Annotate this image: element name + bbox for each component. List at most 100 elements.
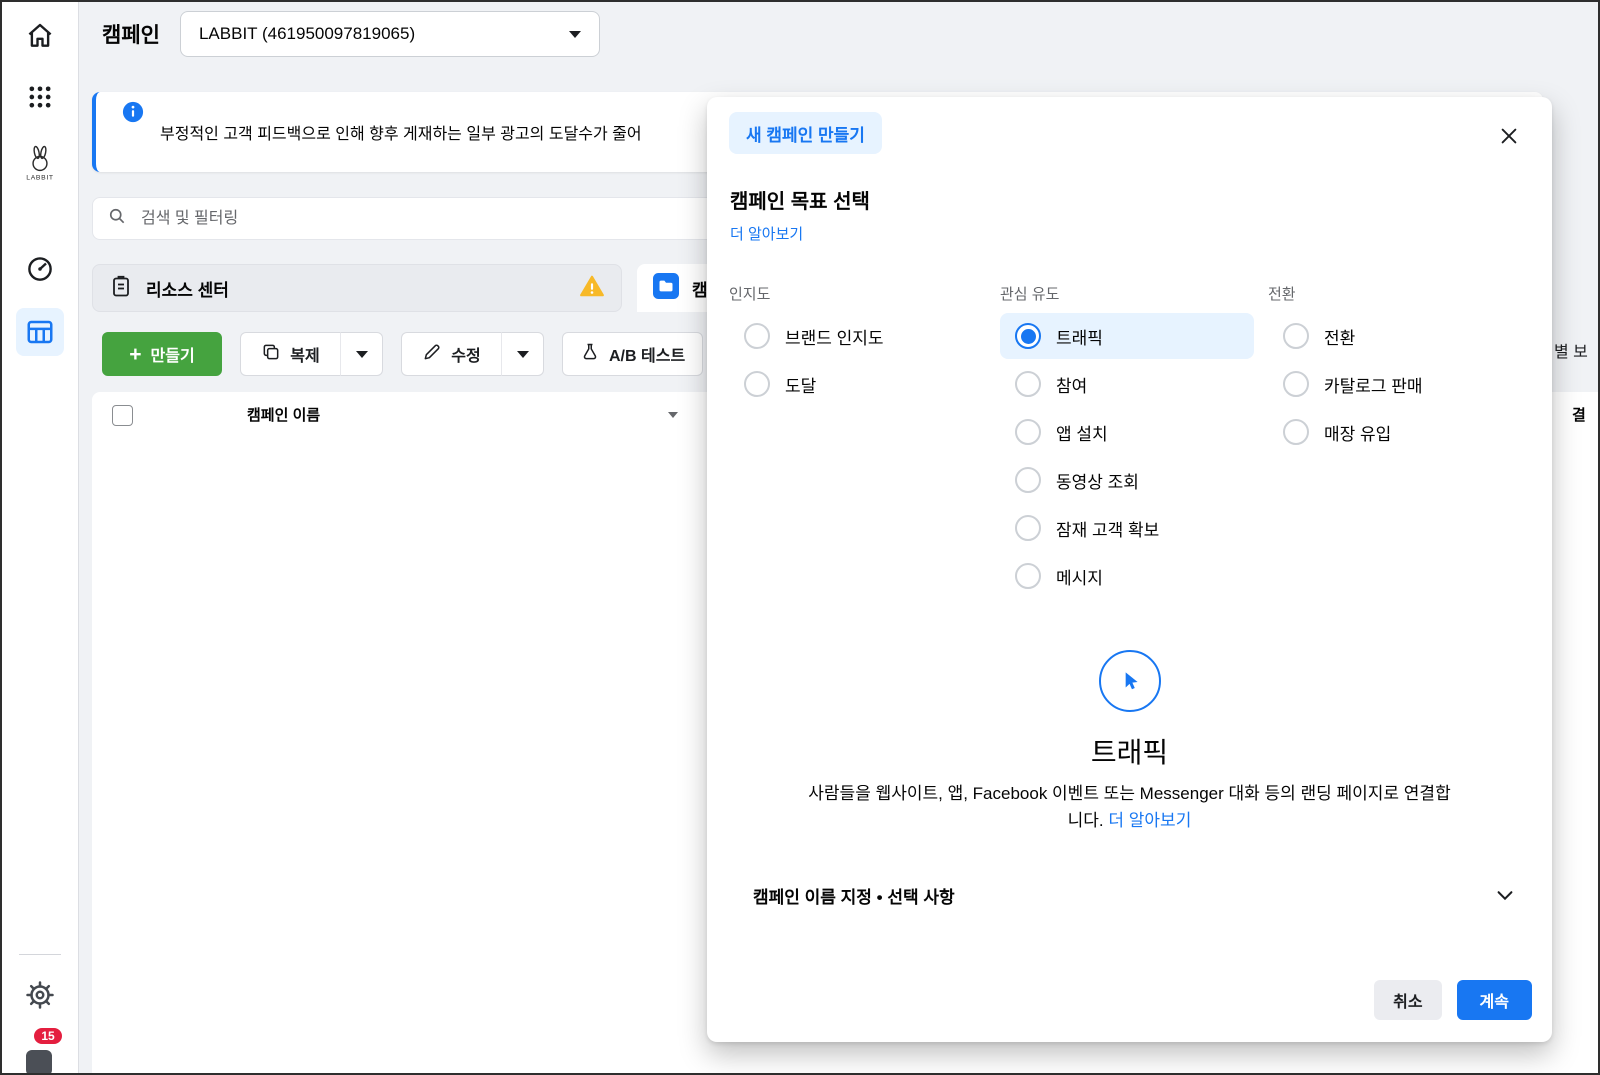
campaign-name-header-label: 캠페인 이름 (247, 407, 321, 424)
chevron-down-icon (568, 30, 581, 38)
objective-label: 메시지 (1056, 568, 1103, 588)
objective-engagement[interactable]: 참여 (1000, 361, 1254, 407)
toolbar: + 만들기 복제 수정 A/B 테스트 (102, 332, 704, 376)
objective-label: 매장 유입 (1324, 424, 1392, 444)
clipboard-icon (109, 274, 133, 303)
account-selector[interactable]: LABBIT (461950097819065) (179, 11, 600, 57)
flask-icon (580, 342, 600, 367)
radio-icon (1283, 419, 1309, 445)
group-conversion: 전환 전환 카탈로그 판매 매장 유입 (1268, 283, 1542, 601)
objective-label: 앱 설치 (1056, 424, 1108, 444)
objective-label: 동영상 조회 (1056, 472, 1139, 492)
objective-label: 트래픽 (1056, 328, 1103, 348)
objective-label: 브랜드 인지도 (785, 328, 884, 348)
campaign-name-section[interactable]: 캠페인 이름 지정 • 선택 사항 (731, 869, 1516, 921)
select-all-checkbox[interactable] (112, 405, 133, 426)
notification-badge[interactable]: 15 (32, 1026, 64, 1046)
radio-icon (1015, 515, 1041, 541)
topbar: 캠페인 LABBIT (461950097819065) (79, 2, 1598, 66)
create-button-label: 만들기 (150, 348, 195, 365)
continue-button[interactable]: 계속 (1456, 980, 1532, 1020)
objective-label: 참여 (1056, 376, 1088, 396)
objective-label: 잠재 고객 확보 (1056, 520, 1160, 540)
labbit-logo[interactable]: LABBIT (16, 140, 64, 188)
tab-resource-center[interactable]: 리소스 센터 (92, 264, 622, 312)
objective-store-traffic[interactable]: 매장 유입 (1268, 409, 1528, 455)
edit-dropdown-button[interactable] (501, 332, 544, 376)
ads-manager-screen: LABBIT 15 캠페인 LABBIT (461950097819065) 부… (0, 0, 1600, 1075)
apps-grid-icon[interactable] (16, 73, 64, 121)
alert-icon[interactable] (26, 1050, 52, 1073)
modal-title-badge: 새 캠페인 만들기 (729, 112, 882, 154)
radio-icon (744, 323, 770, 349)
objective-conversions[interactable]: 전환 (1268, 313, 1528, 359)
objective-video-views[interactable]: 동영상 조회 (1000, 457, 1254, 503)
duplicate-button-label: 복제 (290, 348, 320, 365)
create-campaign-modal: 새 캠페인 만들기 캠페인 목표 선택 더 알아보기 인지도 브랜드 인지도 도… (707, 97, 1552, 1042)
cursor-arrow-icon (1125, 672, 1138, 690)
radio-icon (1015, 563, 1041, 589)
ab-test-button-label: A/B 테스트 (609, 348, 686, 365)
group-consideration: 관심 유도 트래픽 참여 앱 설치 동영상 조회 잠재 고객 확보 메시지 (1000, 283, 1268, 601)
notice-text: 부정적인 고객 피드백으로 인해 향후 게재하는 일부 광고의 도달수가 줄어 (160, 126, 642, 143)
account-selector-value: LABBIT (461950097819065) (198, 24, 416, 43)
duplicate-split-button: 복제 (240, 332, 383, 376)
cancel-button[interactable]: 취소 (1374, 980, 1442, 1020)
group-consideration-header: 관심 유도 (1000, 286, 1060, 303)
objective-label: 전환 (1324, 328, 1356, 348)
notification-count: 15 (41, 1029, 55, 1043)
duplicate-button[interactable]: 복제 (240, 332, 340, 376)
group-awareness-header: 인지도 (729, 286, 771, 303)
objective-app-installs[interactable]: 앱 설치 (1000, 409, 1254, 455)
duplicate-dropdown-button[interactable] (340, 332, 383, 376)
objective-catalog-sales[interactable]: 카탈로그 판매 (1268, 361, 1528, 407)
sort-caret-icon[interactable] (668, 412, 678, 418)
campaign-folder-icon (653, 272, 679, 304)
column-edge-fragment: 결 (1572, 407, 1586, 424)
detail-learn-more-link[interactable]: 더 알아보기 (1108, 811, 1191, 830)
objective-brand-awareness[interactable]: 브랜드 인지도 (729, 313, 986, 359)
objective-groups: 인지도 브랜드 인지도 도달 관심 유도 트래픽 참여 앱 설치 동영상 조회 … (729, 283, 1542, 601)
traffic-objective-icon (1098, 650, 1161, 712)
column-campaign-name[interactable]: 캠페인 이름 (247, 392, 320, 437)
edit-button-label: 수정 (451, 348, 481, 365)
objective-messages[interactable]: 메시지 (1000, 553, 1254, 599)
warning-icon (579, 273, 605, 304)
campaign-name-section-label: 캠페인 이름 지정 • 선택 사항 (753, 887, 955, 907)
radio-icon (1015, 371, 1041, 397)
labbit-logo-text: LABBIT (26, 174, 53, 181)
objective-reach[interactable]: 도달 (729, 361, 986, 407)
edit-button[interactable]: 수정 (401, 332, 501, 376)
chevron-down-icon (516, 350, 529, 358)
objective-label: 도달 (785, 376, 817, 396)
objective-lead-generation[interactable]: 잠재 고객 확보 (1000, 505, 1254, 551)
objective-traffic[interactable]: 트래픽 (1000, 313, 1254, 359)
plus-icon: + (129, 342, 142, 366)
radio-icon (1283, 323, 1309, 349)
toolbar-edge-fragment: 별 보 (1554, 344, 1588, 361)
settings-gear-icon[interactable] (16, 971, 64, 1019)
close-button[interactable] (1490, 117, 1528, 155)
info-icon (122, 101, 144, 128)
create-button[interactable]: + 만들기 (102, 332, 222, 376)
radio-icon (1015, 323, 1041, 349)
objective-description: 사람들을 웹사이트, 앱, Facebook 이벤트 또는 Messenger … (806, 780, 1454, 834)
resource-center-label: 리소스 센터 (146, 280, 229, 300)
radio-icon (1015, 419, 1041, 445)
campaigns-table-icon[interactable] (16, 308, 64, 356)
copy-icon (261, 342, 281, 367)
learn-more-link[interactable]: 더 알아보기 (730, 223, 803, 244)
dashboard-gauge-icon[interactable] (16, 245, 64, 293)
page-title: 캠페인 (102, 24, 160, 47)
ab-test-button[interactable]: A/B 테스트 (562, 332, 704, 376)
search-icon (107, 206, 127, 231)
modal-heading: 캠페인 목표 선택 (730, 191, 870, 213)
group-conversion-header: 전환 (1268, 286, 1296, 303)
chevron-down-icon (355, 350, 368, 358)
pencil-icon (422, 342, 442, 367)
radio-icon (1015, 467, 1041, 493)
modal-footer: 취소 계속 (1374, 980, 1532, 1020)
sidebar-divider (19, 954, 61, 955)
radio-icon (1283, 371, 1309, 397)
home-icon[interactable] (16, 11, 64, 59)
